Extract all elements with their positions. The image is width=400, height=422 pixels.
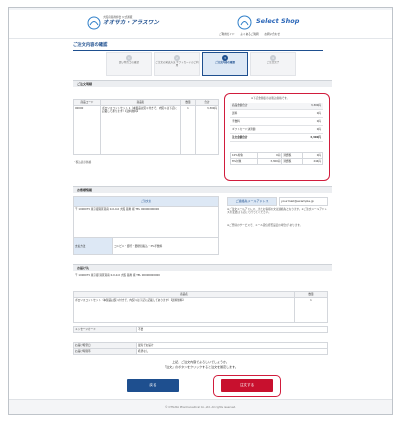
summary-value: 0円 [316,112,321,115]
delivery-schedule-table: お届け希望日 最短でお届け お届け時間帯 希望なし [73,342,328,355]
tax-rate: 8%対象 [230,158,258,165]
payment-value: コンビニ・郵行・郵便局振込・3%手数料 [112,237,219,255]
step-4: 4 ご注文完了 [250,52,296,76]
summary-value: 3,300円 [310,136,321,139]
summary-row: ギフトカード決済額 0円 [230,127,323,134]
summary-label: 商品金額合計 [232,104,248,107]
checkout-steps: 1 買い物カゴの確認 2 ご注文の発送方法 ギフトカードのご利用 3 ご注文内容… [106,52,296,76]
top-strip [9,8,392,10]
page-frame: 大阪府薬剤師会 公式通販 オオサカ・アラスワン Select Shop ご利用ガ… [8,7,393,415]
message-card-table: メッセージカード 不要 [73,326,328,333]
table-row: ボロリスコットセット（本製品は熨斗付きで、内熨斗は下記に記載してあります）【送料… [73,297,328,323]
delivery-items-table: 商品名 数量 ボロリスコットセット（本製品は熨斗付きで、内熨斗は下記に記載してあ… [73,291,328,323]
step-1: 1 買い物カゴの確認 [106,52,152,76]
delivery-item-name: ボロリスコットセット（本製品は熨斗付きで、内熨斗は下記に記載してあります）【送料… [73,297,295,323]
summary-label: 手数料 [232,120,240,123]
price-summary-highlight: ※下記金額表示は税込価格です。 商品金額合計 3,300円 送料 0円 手数料 0円 … [224,93,330,181]
brand-name: オオサカ・アラスワン [103,20,159,26]
summary-value: 3,300円 [310,104,321,107]
tax-label: 消費税 [281,158,303,165]
delivery-time-label: お届け時間帯 [73,348,137,355]
delivery-item-qty: 1 [294,297,328,323]
step-3-current: 3 ご注文内容の確認 [202,52,248,76]
item-code: 00000 [73,105,101,155]
page-title: ご注文内容の確認 [73,43,108,48]
customer-info-heading: お客様情報 [73,186,332,193]
shop-logo[interactable]: Select Shop [237,15,309,31]
tax-amount: 244円 [301,158,324,165]
delivery-heading: お届け先 [73,264,332,271]
order-items-table: 商品コード 商品名 数量 合計 00000 ボロリスコットセット 1（本製品は熨… [73,99,219,155]
place-order-button[interactable]: 注文する [221,379,273,392]
orderer-label: ご注文主 [73,196,219,207]
message-card-label: メッセージカード [73,326,137,333]
shop-mark-icon [237,15,252,30]
tax-target-amount: 3,300円 [256,158,283,165]
footer-copyright: © OTSUKA Pharmaceutical Co.,Ltd. All rig… [9,399,392,414]
tax-note: ・税込表示価格 [73,161,92,164]
step-label: ご注文完了 [266,61,280,64]
summary-label: 注文金額合計 [232,136,248,139]
orderer-address: 〒 1000075 東京都港区港南 0-0-0-0 大阪 薬剤 様 TEL 00… [73,206,219,238]
email-value: yourmail@example.jp [279,197,328,206]
brand-mark-icon [87,16,101,30]
email-note: ※ご注文メールアドレス、またお客様の文は連絡先となります。※ご注文メールアドレス… [227,208,327,214]
summary-value: 0円 [316,120,321,123]
summary-note: ※下記金額表示は税込価格です。 [251,97,290,100]
brand-logo[interactable]: 大阪府薬剤師会 公式通販 オオサカ・アラスワン [87,16,167,30]
summary-label: 送料 [232,112,238,115]
email-note-2: ※ご登録のサービスで、メール受信拒否設定の場合が あります。 [227,224,303,227]
summary-row: 商品金額合計 3,300円 [230,103,323,110]
table-row: お届け時間帯 希望なし [73,348,328,355]
title-underline [73,50,323,51]
delivery-address: 〒 1000075 東京都 港区港南 0-0-0-0 大阪 薬剤 様 TEL 0… [75,274,160,277]
nav-link-contact[interactable]: お問い合わせ [264,33,280,36]
brand-tagline: 大阪府薬剤師会 公式通販 [103,16,133,19]
item-name: ボロリスコットセット 1（本製品は熨斗付きで、内熨斗は下記に記載してあります）【… [100,105,181,155]
email-label: ご連絡先メールアドレス [227,197,277,206]
step-2: 2 ご注文の発送方法 ギフトカードのご利用 [154,52,200,76]
confirm-instruction: 「注文」のボタンをクリックすると注文を確定します。 [163,365,238,369]
step-label: ご注文の発送方法 ギフトカードのご利用 [155,61,199,67]
nav-link-guide[interactable]: ご利用ガイド [219,33,235,36]
item-total: 3,300円 [195,105,219,155]
table-row: 00000 ボロリスコットセット 1（本製品は熨斗付きで、内熨斗は下記に記載して… [73,105,219,155]
step-label: ご注文内容の確認 [214,61,235,64]
back-button[interactable]: 戻る [127,379,179,392]
delivery-time-value: 希望なし [136,348,328,355]
customer-table: ご注文主 〒 1000075 東京都港区港南 0-0-0-0 大阪 薬剤 様 T… [73,196,219,255]
summary-row: 手数料 0円 [230,119,323,126]
summary-label: ギフトカード決済額 [232,128,256,131]
order-details-heading: ご注文明細 [73,80,332,87]
summary-value: 0円 [316,128,321,131]
summary-row-total: 注文金額合計 3,300円 [230,135,323,142]
payment-label: 支払方法 [73,237,113,255]
table-row: メッセージカード 不要 [73,326,328,333]
table-row: 8%対象 3,300円 消費税 244円 [230,158,324,165]
item-qty: 1 [180,105,196,155]
email-block: ご連絡先メールアドレス yourmail@example.jp ※ご注文メールア… [227,196,328,252]
message-card-value: 不要 [136,326,328,333]
shop-name: Select Shop [256,17,300,25]
tax-breakdown-table: 10%対象 0円 消費税 0円 8%対象 3,300円 消費税 244円 [230,152,324,165]
summary-row: 送料 0円 [230,111,323,118]
nav-link-faq[interactable]: よくあるご質問 [240,33,258,36]
step-label: 買い物カゴの確認 [118,61,139,64]
header-divider [9,38,392,39]
